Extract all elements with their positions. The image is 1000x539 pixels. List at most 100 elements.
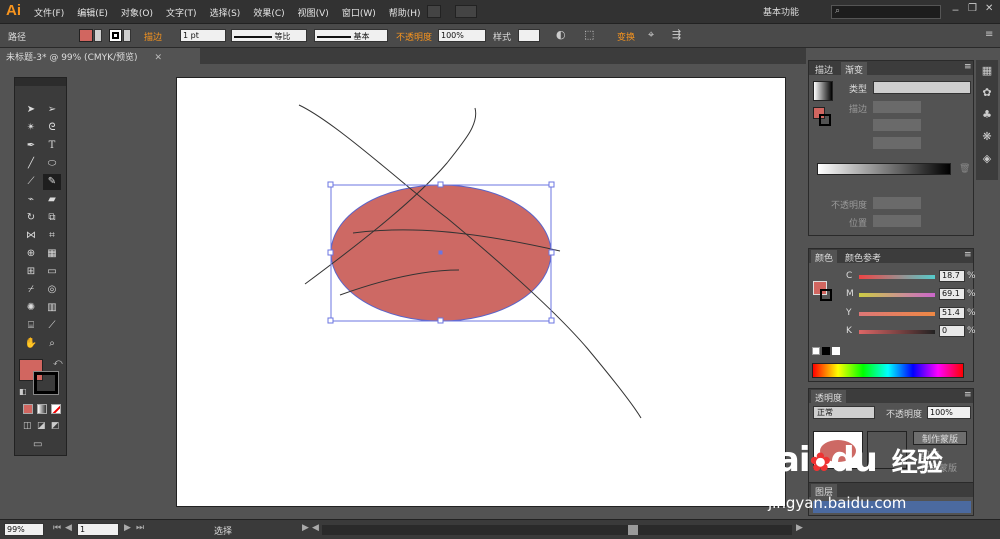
symbols-panel-icon[interactable]: ♣ [979, 108, 995, 124]
paintbrush-icon[interactable]: ⟋ [22, 174, 40, 190]
transparency-opacity-field[interactable]: 100% [927, 406, 971, 419]
scale-tool-icon[interactable]: ⧉ [43, 210, 61, 226]
hand-tool-icon[interactable]: ✋ [22, 336, 40, 352]
eyedropper-icon[interactable]: ⌿ [22, 282, 40, 298]
tab-gradient[interactable]: 渐变 [841, 62, 868, 76]
close-window-button[interactable]: ✕ [985, 3, 993, 14]
eraser-icon[interactable]: ▰ [43, 192, 61, 208]
k-value-field[interactable]: 0 [939, 325, 965, 337]
angle-field[interactable] [873, 119, 921, 131]
bridge-icon[interactable] [427, 5, 441, 18]
magic-wand-icon[interactable]: ✴ [22, 120, 40, 136]
selection-tool-icon[interactable]: ➤ [22, 102, 40, 118]
y-slider[interactable] [859, 312, 935, 316]
stroke-label[interactable]: 描边 [144, 30, 162, 43]
gradient-type-select[interactable] [873, 81, 971, 94]
blend-mode-select[interactable]: 正常 [813, 406, 875, 419]
pen-tool-icon[interactable]: ✒ [22, 138, 40, 154]
close-tab-icon[interactable]: ✕ [154, 53, 162, 63]
graph-tool-icon[interactable]: ▥ [43, 300, 61, 316]
stroke-weight-field[interactable]: 1 pt [180, 29, 226, 42]
tab-color-guide[interactable]: 颜色参考 [841, 250, 885, 264]
artboard-number-field[interactable]: 1 [77, 523, 119, 536]
stroke-gradient-options[interactable] [873, 101, 921, 113]
m-value-field[interactable]: 69.1 [939, 288, 965, 300]
swatches-panel-icon[interactable]: ▦ [979, 64, 995, 80]
symbol-sprayer-icon[interactable]: ✺ [22, 300, 40, 316]
color-stroke-box[interactable] [820, 289, 832, 301]
menu-edit[interactable]: 编辑(E) [77, 6, 108, 19]
control-menu-icon[interactable]: ≡ [985, 29, 993, 40]
panel-menu-icon[interactable]: ≡ [964, 250, 972, 260]
arrange-documents-icon[interactable] [455, 5, 477, 18]
tab-stroke[interactable]: 描边 [811, 62, 837, 76]
variable-width-profile[interactable]: 等比 [231, 29, 307, 42]
gradient-stroke-indicator[interactable] [819, 114, 831, 126]
graphic-styles-icon[interactable]: ❋ [979, 130, 995, 146]
brush-definition[interactable]: 基本 [314, 29, 388, 42]
layers-panel-icon[interactable]: ◈ [979, 152, 995, 168]
panel-menu-icon[interactable]: ≡ [964, 62, 972, 72]
gradient-slider[interactable] [817, 163, 951, 175]
zoom-tool-icon[interactable]: ⌕ [43, 336, 61, 352]
draw-behind-icon[interactable]: ◪ [37, 421, 46, 431]
stroke-swatch[interactable] [109, 29, 122, 42]
scroll-thumb[interactable] [628, 525, 638, 535]
k-slider[interactable] [859, 330, 935, 334]
rotate-tool-icon[interactable]: ↻ [22, 210, 40, 226]
transform-label[interactable]: 变换 [617, 30, 635, 43]
free-transform-icon[interactable]: ⌗ [43, 228, 61, 244]
gradient-mode-icon[interactable] [37, 404, 47, 414]
menu-help[interactable]: 帮助(H) [389, 6, 421, 19]
stroke-color-box[interactable] [33, 371, 59, 395]
artboard[interactable] [176, 77, 786, 507]
last-artboard-icon[interactable]: ⏭ [136, 523, 144, 533]
menu-window[interactable]: 窗口(W) [342, 6, 376, 19]
workspace-switcher[interactable]: 基本功能 [763, 5, 799, 18]
width-tool-icon[interactable]: ⋈ [22, 228, 40, 244]
fill-dropdown[interactable] [94, 29, 102, 42]
gradient-opacity-field[interactable] [873, 197, 921, 209]
color-mode-icon[interactable] [23, 404, 33, 414]
menu-file[interactable]: 文件(F) [34, 6, 64, 19]
menu-effect[interactable]: 效果(C) [253, 6, 284, 19]
scroll-left-icon[interactable]: ◀ [312, 523, 319, 533]
draw-inside-icon[interactable]: ◩ [51, 421, 60, 431]
shape-builder-icon[interactable]: ⊕ [22, 246, 40, 262]
mesh-tool-icon[interactable]: ⊞ [22, 264, 40, 280]
screen-mode-icon[interactable]: ▭ [33, 439, 42, 450]
swap-colors-icon[interactable]: ⤺ [53, 358, 63, 368]
menu-view[interactable]: 视图(V) [298, 6, 329, 19]
horizontal-scrollbar[interactable] [322, 525, 792, 535]
gradient-tool-icon[interactable]: ▭ [43, 264, 61, 280]
recolor-icon[interactable]: ◐ [556, 28, 566, 41]
blob-brush-icon[interactable]: ⌁ [22, 192, 40, 208]
blend-tool-icon[interactable]: ◎ [43, 282, 61, 298]
default-colors-icon[interactable]: ◧ [19, 387, 27, 396]
isolate-icon[interactable]: ⌖ [648, 28, 654, 42]
lasso-icon[interactable]: ᘓ [43, 120, 61, 136]
tab-color[interactable]: 颜色 [811, 250, 838, 264]
scroll-right-icon[interactable]: ▶ [796, 523, 803, 533]
fill-swatch[interactable] [79, 29, 93, 42]
draw-normal-icon[interactable]: ◫ [23, 421, 32, 431]
stroke-dropdown[interactable] [123, 29, 131, 42]
menu-select[interactable]: 选择(S) [210, 6, 241, 19]
m-slider[interactable] [859, 293, 935, 297]
align-icon[interactable]: ⬚ [584, 28, 594, 41]
gradient-position-field[interactable] [873, 215, 921, 227]
graphic-style-picker[interactable] [518, 29, 540, 42]
tab-transparency[interactable]: 透明度 [811, 390, 847, 404]
opacity-label[interactable]: 不透明度 [396, 30, 432, 43]
minimize-button[interactable]: ‒ [952, 3, 959, 16]
c-slider[interactable] [859, 275, 935, 279]
document-tab[interactable]: 未标题-3* @ 99% (CMYK/预览) ✕ [0, 48, 200, 64]
delete-stop-icon[interactable]: 🗑 [959, 164, 970, 174]
c-value-field[interactable]: 18.7 [939, 270, 965, 282]
menu-object[interactable]: 对象(O) [121, 6, 153, 19]
line-tool-icon[interactable]: ╱ [22, 156, 40, 172]
panel-menu-icon[interactable]: ⇶ [672, 28, 681, 41]
status-menu-icon[interactable]: ▶ [302, 523, 309, 533]
type-tool-icon[interactable]: T [43, 138, 61, 154]
artboard-tool-icon[interactable]: ⌸ [22, 318, 40, 334]
